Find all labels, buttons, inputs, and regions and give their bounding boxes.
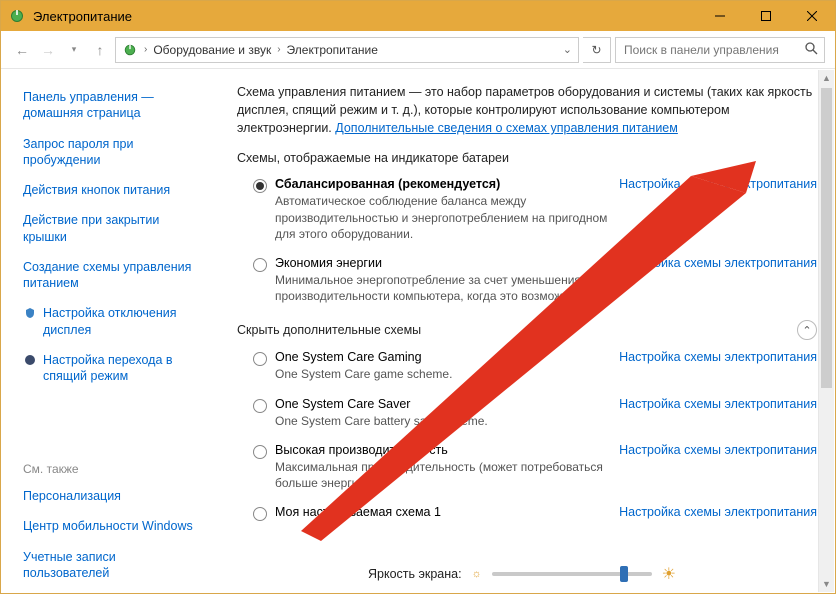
vertical-scrollbar[interactable]: ▲ ▼ <box>818 70 834 592</box>
configure-plan-link[interactable]: Настройка схемы электропитания <box>619 505 817 521</box>
sidebar-user-accounts-link[interactable]: Учетные записи пользователей <box>23 543 197 588</box>
power-options-icon-small <box>122 42 138 58</box>
chevron-up-icon[interactable]: ⌃ <box>797 320 817 340</box>
sidebar-mobility-center-link[interactable]: Центр мобильности Windows <box>23 512 197 540</box>
refresh-button[interactable]: ↻ <box>583 37 611 63</box>
see-also-label: См. также <box>23 462 197 480</box>
breadcrumb-seg-2[interactable]: Электропитание <box>287 43 378 57</box>
plan-saver[interactable]: One System Care Saver One System Care ba… <box>237 393 817 439</box>
plan-high-performance[interactable]: Высокая производительность Максимальная … <box>237 439 817 501</box>
sidebar-home-link[interactable]: Панель управления — домашняя страница <box>23 83 197 128</box>
sidebar-power-buttons-link[interactable]: Действия кнопок питания <box>23 176 197 204</box>
plan-balanced[interactable]: Сбалансированная (рекомендуется) Автомат… <box>237 173 817 252</box>
nav-back-button[interactable]: ← <box>11 39 33 61</box>
breadcrumb-sep: › <box>142 44 149 55</box>
configure-plan-link[interactable]: Настройка схемы электропитания <box>619 443 817 491</box>
close-button[interactable] <box>789 1 835 31</box>
plan-gaming[interactable]: One System Care Gaming One System Care g… <box>237 346 817 392</box>
toolbar: ← → ▾ ↑ › Оборудование и звук › Электроп… <box>1 31 835 69</box>
plan-custom-1[interactable]: Моя настраиваемая схема 1 Настройка схем… <box>237 501 817 531</box>
sidebar-display-off-link[interactable]: Настройка отключения дисплея <box>23 299 197 344</box>
plan-name: Высокая производительность <box>275 443 609 457</box>
plan-name: Сбалансированная (рекомендуется) <box>275 177 609 191</box>
plan-desc: One System Care game scheme. <box>275 366 609 382</box>
sidebar-lid-action-link[interactable]: Действие при закрытии крышки <box>23 206 197 251</box>
sun-dim-icon: ☼ <box>472 568 482 580</box>
configure-plan-link[interactable]: Настройка схемы электропитания <box>619 177 817 242</box>
sleep-icon <box>23 353 37 367</box>
breadcrumb-dropdown-icon[interactable]: ⌄ <box>563 43 572 56</box>
plan-name: Моя настраиваемая схема 1 <box>275 505 609 519</box>
intro-learn-more-link[interactable]: Дополнительные сведения о схемах управле… <box>335 121 678 135</box>
sidebar-sleep-link[interactable]: Настройка перехода в спящий режим <box>23 346 197 391</box>
nav-recent-menu[interactable]: ▾ <box>63 39 85 61</box>
brightness-label: Яркость экрана: <box>368 567 462 581</box>
breadcrumb-sep: › <box>275 44 282 55</box>
sidebar-require-password-link[interactable]: Запрос пароля при пробуждении <box>23 130 197 175</box>
window-title: Электропитание <box>33 9 132 24</box>
maximize-button[interactable] <box>743 1 789 31</box>
sun-bright-icon: ☀ <box>662 564 676 584</box>
sidebar-personalization-link[interactable]: Персонализация <box>23 482 197 510</box>
radio-saver[interactable] <box>253 399 267 413</box>
intro-text: Схема управления питанием — это набор па… <box>237 83 817 137</box>
scrollbar-thumb[interactable] <box>821 88 832 388</box>
scroll-down-icon[interactable]: ▼ <box>819 576 834 592</box>
scroll-up-icon[interactable]: ▲ <box>819 70 834 86</box>
plan-name: One System Care Saver <box>275 397 609 411</box>
brightness-footer: Яркость экрана: ☼ ☀ <box>209 559 835 589</box>
brightness-thumb[interactable] <box>620 566 628 582</box>
configure-plan-link[interactable]: Настройка схемы электропитания <box>619 350 817 382</box>
configure-plan-link[interactable]: Настройка схемы электропитания <box>619 256 817 304</box>
plan-desc: One System Care battery save scheme. <box>275 413 609 429</box>
shield-icon <box>23 306 37 320</box>
plan-power-saver[interactable]: Экономия энергии Минимальное энергопотре… <box>237 252 817 314</box>
radio-high-perf[interactable] <box>253 445 267 459</box>
plan-name: One System Care Gaming <box>275 350 609 364</box>
brightness-slider[interactable] <box>492 572 652 576</box>
extra-plans-header[interactable]: Скрыть дополнительные схемы ⌃ <box>237 320 817 340</box>
radio-balanced[interactable] <box>253 179 267 193</box>
power-options-icon <box>9 8 25 24</box>
nav-forward-button[interactable]: → <box>37 39 59 61</box>
breadcrumb[interactable]: › Оборудование и звук › Электропитание ⌄ <box>115 37 579 63</box>
radio-gaming[interactable] <box>253 352 267 366</box>
radio-custom-1[interactable] <box>253 507 267 521</box>
sidebar: Панель управления — домашняя страница За… <box>1 69 209 595</box>
minimize-button[interactable] <box>697 1 743 31</box>
search-box[interactable] <box>615 37 825 63</box>
breadcrumb-seg-1[interactable]: Оборудование и звук <box>153 43 271 57</box>
title-bar: Электропитание <box>1 1 835 31</box>
configure-plan-link[interactable]: Настройка схемы электропитания <box>619 397 817 429</box>
battery-plans-label: Схемы, отображаемые на индикаторе батаре… <box>237 151 817 165</box>
search-input[interactable] <box>622 42 799 58</box>
plan-desc: Максимальная производительность (может п… <box>275 459 609 491</box>
plan-name: Экономия энергии <box>275 256 609 270</box>
plan-desc: Минимальное энергопотребление за счет ум… <box>275 272 609 304</box>
main-content: Схема управления питанием — это набор па… <box>209 69 835 595</box>
search-icon[interactable] <box>805 42 818 58</box>
plan-desc: Автоматическое соблюдение баланса между … <box>275 193 609 242</box>
radio-power-saver[interactable] <box>253 258 267 272</box>
sidebar-create-plan-link[interactable]: Создание схемы управления питанием <box>23 253 197 298</box>
nav-up-button[interactable]: ↑ <box>89 39 111 61</box>
